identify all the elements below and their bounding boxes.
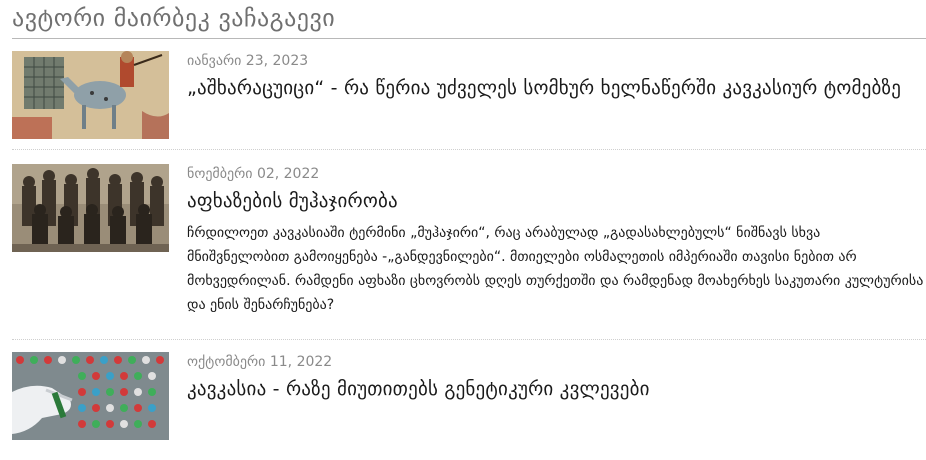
article-date: ოქტომბერი 11, 2022 (187, 354, 333, 370)
article-excerpt: ჩრდილოეთ კავკასიაში ტერმინი „მუჰაჯირი“, … (187, 225, 924, 313)
article-date: იანვარი 23, 2023 (187, 53, 309, 69)
article-divider (12, 339, 926, 340)
author-page: ავტორი მაირბეკ ვაჩაგაევი იანვარი 23, 202… (0, 0, 926, 460)
page-title: ავტორი მაირბეკ ვაჩაგაევი (12, 4, 336, 32)
title-divider (12, 38, 926, 39)
article-divider (12, 149, 926, 150)
genetic-test-tubes-photo (12, 352, 169, 440)
article-thumbnail[interactable] (12, 164, 169, 252)
historic-group-photo (12, 164, 169, 252)
article-headline-link[interactable]: აფხაზების მუჰაჯირობა (187, 185, 926, 218)
manuscript-rider-illustration (12, 51, 169, 139)
article-thumbnail[interactable] (12, 51, 169, 139)
article-thumbnail[interactable] (12, 352, 169, 440)
article-headline-link[interactable]: კავკასია - რაზე მიუთითებს გენეტიკური კვლ… (187, 373, 926, 406)
article-date: ნოემბერი 02, 2022 (187, 166, 320, 182)
article-headline-link[interactable]: „აშხარაცუიცი“ - რა წერია უძველეს სომხურ … (187, 72, 926, 105)
